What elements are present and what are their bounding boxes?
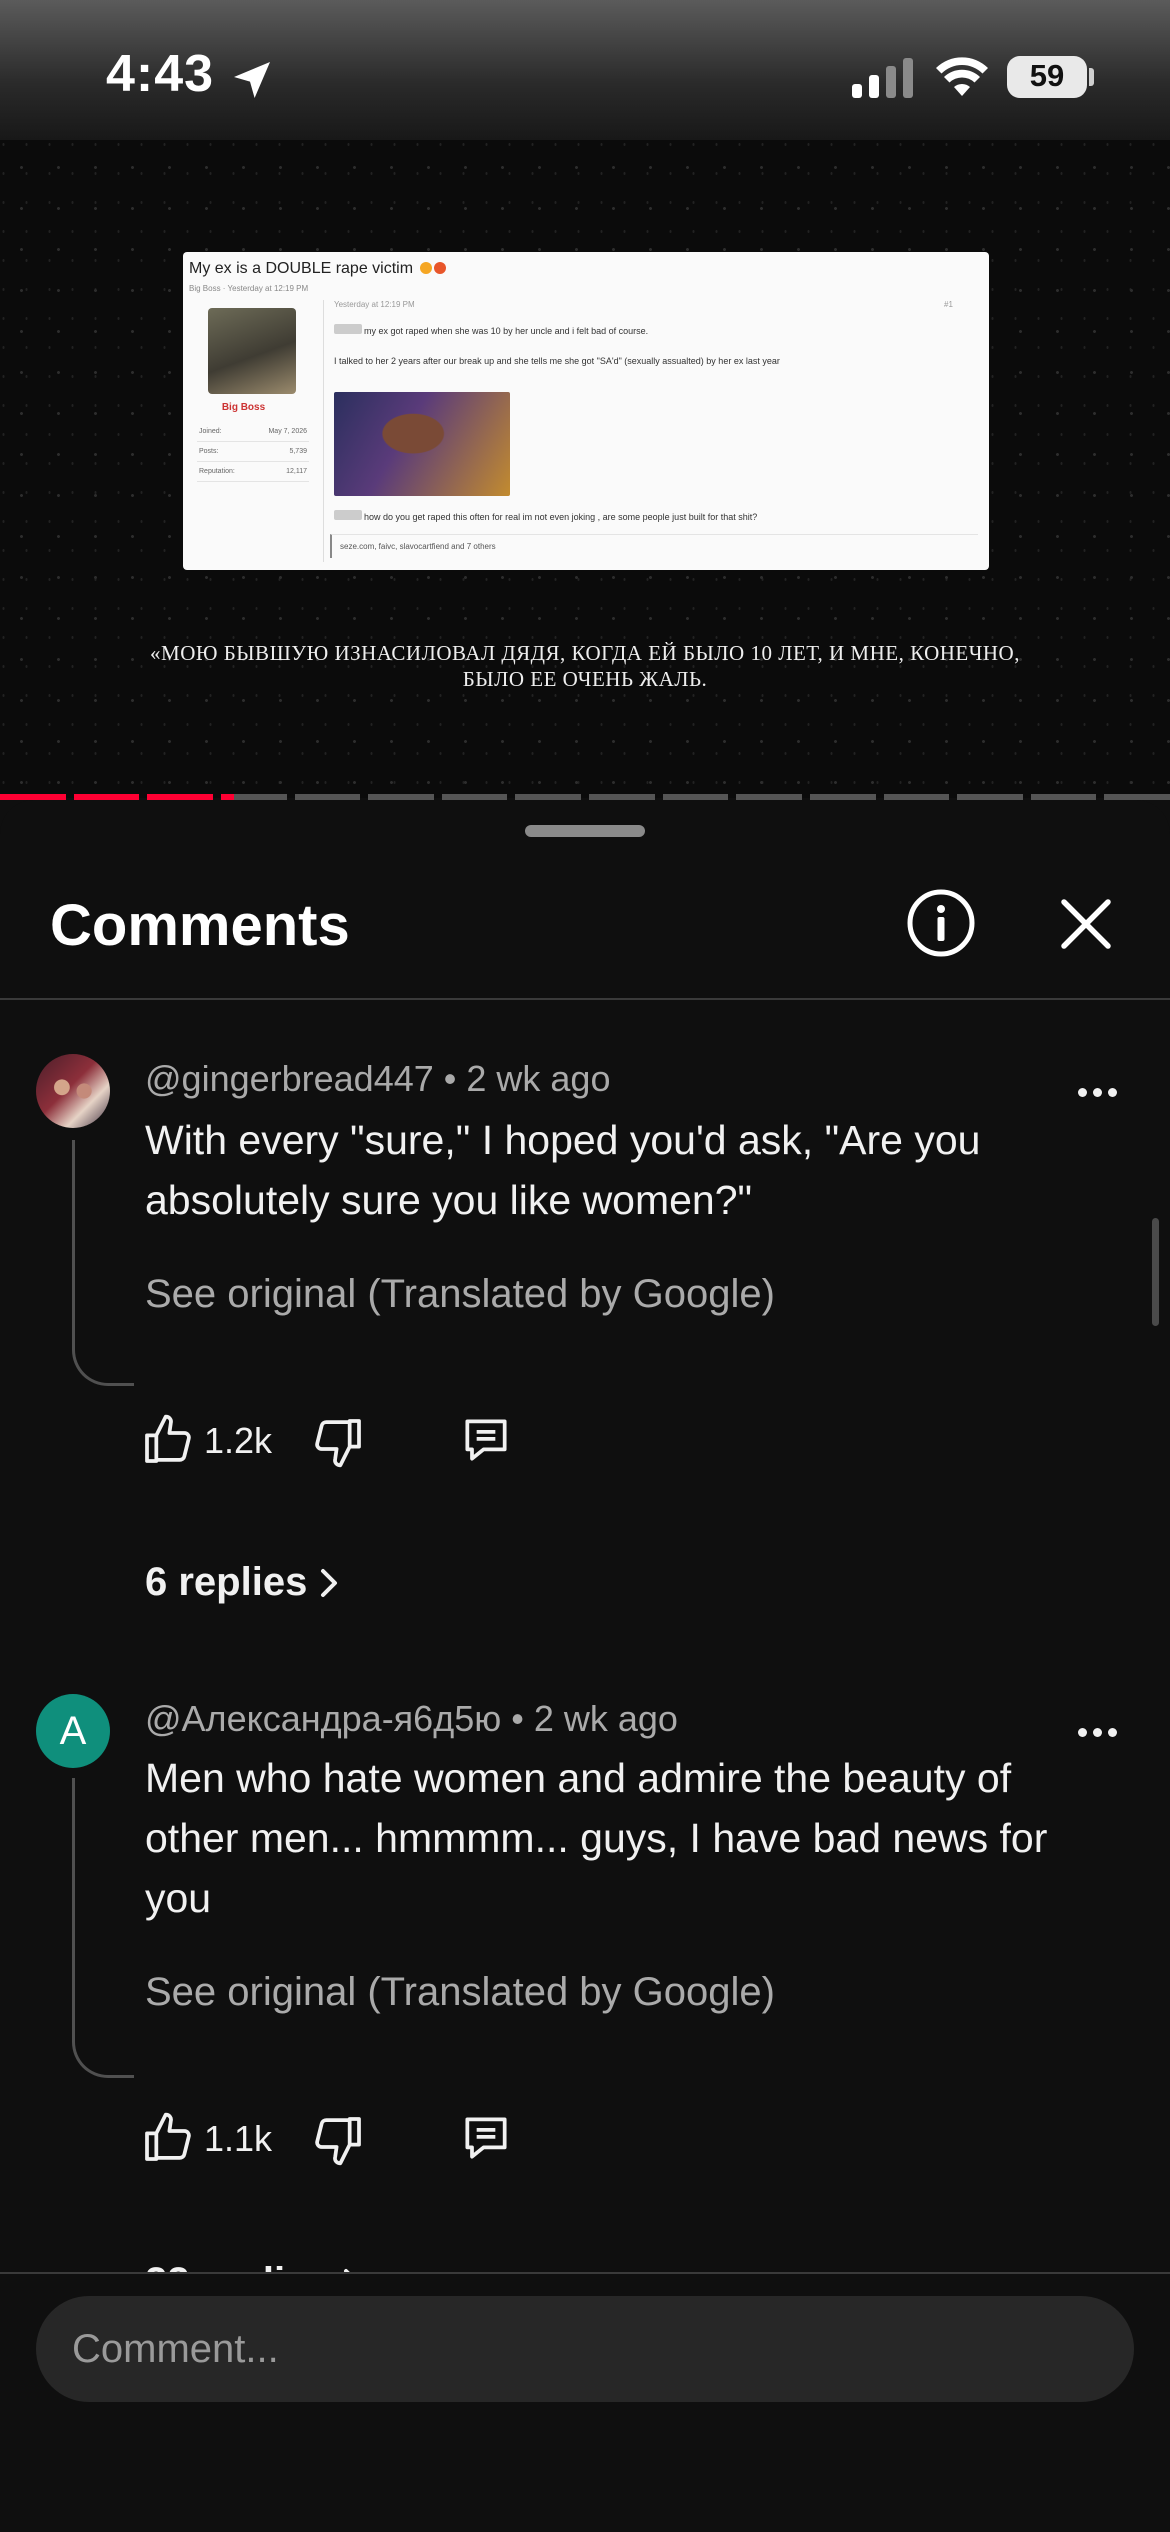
- forum-post-body: Yesterday at 12:19 PM #1 my ex got raped…: [323, 300, 983, 562]
- forum-avatar: [208, 308, 296, 394]
- forum-stat-row: Joined: May 7, 2026: [197, 422, 309, 442]
- status-time: 4:43: [106, 45, 215, 103]
- forum-post-line: I talked to her 2 years after our break …: [334, 356, 780, 366]
- forum-stat-row: Reputation: 12,117: [197, 462, 309, 482]
- location-arrow-icon: [234, 62, 270, 98]
- reply-icon[interactable]: [458, 1412, 514, 1468]
- user-photo-avatar[interactable]: [36, 1054, 110, 1128]
- forum-stat-row: Posts: 5,739: [197, 442, 309, 462]
- panel-title: Comments: [50, 893, 350, 958]
- video-caption: «МОЮ БЫВШУЮ ИЗНАСИЛОВАЛ ДЯДЯ, КОГДА ЕЙ Б…: [0, 640, 1170, 692]
- thread-line: [72, 1140, 134, 1386]
- blurred-name: [334, 510, 362, 520]
- comments-panel: Comments @gingerbread447 • 2 wk ago With…: [0, 800, 1170, 2532]
- divider: [0, 998, 1170, 1000]
- thumbs-up-icon[interactable]: [140, 2110, 196, 2166]
- crying-emoji-icon: [419, 262, 432, 274]
- forum-username: Big Boss: [221, 402, 266, 413]
- forum-post-number: #1: [944, 300, 953, 309]
- scrollbar[interactable]: [1152, 1218, 1159, 1326]
- thread-line: [72, 1778, 134, 2078]
- comment-time: 2 wk ago: [533, 1698, 678, 1739]
- user-letter-avatar[interactable]: A: [36, 1694, 110, 1768]
- view-replies-button[interactable]: 6 replies: [145, 1560, 343, 1605]
- info-icon[interactable]: [906, 888, 976, 958]
- reply-icon[interactable]: [458, 2110, 514, 2166]
- fire-emoji-icon: [433, 262, 446, 274]
- battery-cap: [1089, 68, 1094, 86]
- comment-meta[interactable]: @Александра-я6д5ю • 2 wk ago: [145, 1698, 678, 1740]
- battery-level: 59: [1029, 58, 1065, 93]
- blurred-name: [334, 324, 362, 334]
- status-bar: 4:43 59: [0, 0, 1170, 140]
- forum-title: My ex is a DOUBLE rape victim: [189, 260, 446, 278]
- comment-meta[interactable]: @gingerbread447 • 2 wk ago: [145, 1058, 610, 1100]
- video-player[interactable]: My ex is a DOUBLE rape victim Big Boss ·…: [0, 140, 1170, 798]
- like-count: 1.2k: [204, 1420, 273, 1461]
- forum-post-image: [334, 392, 510, 496]
- comment-input[interactable]: [36, 2296, 1134, 2402]
- replies-count: 6 replies: [145, 1560, 308, 1604]
- comment-time: 2 wk ago: [466, 1058, 611, 1099]
- forum-user-sidebar: Big Boss Joined: May 7, 2026 Posts: 5,739 …: [191, 302, 309, 564]
- close-icon[interactable]: [1054, 892, 1118, 956]
- comment-compose-bar: [0, 2272, 1170, 2532]
- battery-icon: 59: [1007, 56, 1087, 98]
- forum-user-stats: Joined: May 7, 2026 Posts: 5,739 Reputatio…: [197, 422, 309, 482]
- caption-line: «МОЮ БЫВШУЮ ИЗНАСИЛОВАЛ ДЯДЯ, КОГДА ЕЙ Б…: [150, 641, 1020, 665]
- comment-text: With every "sure," I hoped you'd ask, "A…: [145, 1117, 981, 1223]
- comment-author[interactable]: @Александра-я6д5ю: [145, 1698, 501, 1739]
- see-original-link[interactable]: See original (Translated by Google): [145, 1272, 775, 1317]
- thumbs-up-icon[interactable]: [140, 1412, 196, 1468]
- like-count: 1.1k: [204, 2118, 273, 2159]
- forum-reactions: seze.com, faivc, slavocartfiend and 7 ot…: [330, 534, 978, 558]
- forum-post-date: Yesterday at 12:19 PM: [334, 300, 415, 309]
- comment-author[interactable]: @gingerbread447: [145, 1058, 434, 1099]
- forum-post-line: how do you get raped this often for real…: [364, 512, 758, 522]
- more-options-icon[interactable]: [1078, 1084, 1118, 1100]
- comment-text: Men who hate women and admire the beauty…: [145, 1755, 1048, 1921]
- forum-post-line: my ex got raped when she was 10 by her u…: [364, 326, 649, 336]
- thumbs-down-icon[interactable]: [310, 1414, 366, 1470]
- more-options-icon[interactable]: [1078, 1724, 1118, 1740]
- wifi-icon: [936, 57, 988, 96]
- caption-line: БЫЛО ЕЕ ОЧЕНЬ ЖАЛЬ.: [462, 667, 708, 691]
- comment-actions: 1.2k: [140, 1412, 640, 1472]
- comment-actions: 1.1k: [140, 2110, 640, 2170]
- see-original-link[interactable]: See original (Translated by Google): [145, 1970, 775, 2015]
- drag-handle[interactable]: [525, 825, 645, 837]
- chevron-right-icon: [321, 1569, 338, 1597]
- thumbs-down-icon[interactable]: [310, 2112, 366, 2168]
- forum-meta: Big Boss · Yesterday at 12:19 PM: [189, 284, 309, 293]
- cellular-signal-icon: [852, 58, 913, 98]
- forum-post-screenshot: My ex is a DOUBLE rape victim Big Boss ·…: [183, 252, 989, 570]
